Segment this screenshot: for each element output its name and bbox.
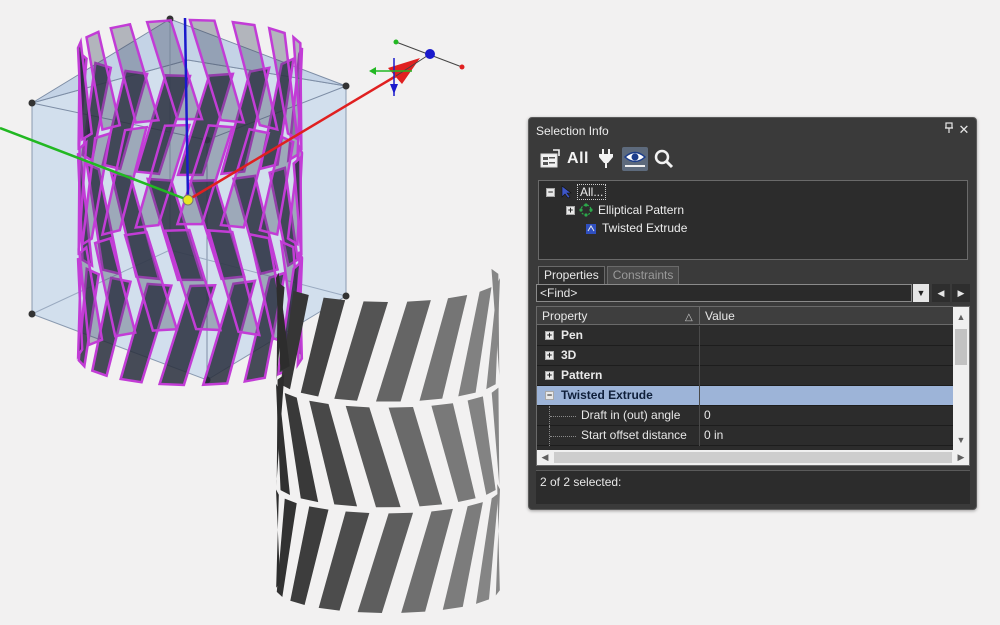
properties-icon[interactable] xyxy=(538,147,562,171)
solid-blade xyxy=(290,506,329,606)
solid-blade xyxy=(467,396,496,495)
panel-title: Selection Info xyxy=(536,124,609,138)
expand-icon[interactable]: + xyxy=(566,205,575,215)
chevron-down-icon[interactable]: ▼ xyxy=(913,284,929,302)
scroll-right-icon[interactable]: ▶ xyxy=(953,450,969,465)
magnifier-icon[interactable] xyxy=(652,147,676,171)
expand-icon[interactable]: + xyxy=(545,331,554,340)
property-value[interactable] xyxy=(701,386,953,406)
property-row-start-offset[interactable]: Start offset distance 0 in xyxy=(537,426,953,446)
find-bar: ▼ ◀ ▶ xyxy=(536,284,970,302)
property-name: Twisted Extrude xyxy=(561,388,653,402)
property-value[interactable] xyxy=(701,326,953,346)
collapse-icon[interactable]: − xyxy=(545,391,554,400)
property-name: Pen xyxy=(561,328,584,342)
selection-info-panel: Selection Info ✕ All − All... + Elliptic… xyxy=(528,117,977,510)
property-grid: Property △ Value + Pen + 3D + Pattern − … xyxy=(536,306,970,466)
solid-blade xyxy=(345,405,401,508)
expand-icon[interactable]: + xyxy=(545,371,554,380)
property-row-draft-angle[interactable]: Draft in (out) angle 0 xyxy=(537,406,953,426)
collapse-icon[interactable]: − xyxy=(546,187,555,197)
tree-item-elliptical-pattern[interactable]: + Elliptical Pattern xyxy=(566,201,684,219)
selection-count-text: 2 of 2 selected: xyxy=(540,475,622,489)
property-row-pattern[interactable]: + Pattern xyxy=(537,366,953,386)
solid-blade xyxy=(276,489,281,588)
property-value[interactable] xyxy=(701,366,953,386)
property-name: 3D xyxy=(561,348,577,362)
sort-ascending-icon: △ xyxy=(685,312,693,323)
property-name: Pattern xyxy=(561,368,603,382)
solid-blade xyxy=(318,511,370,611)
tab-constraints[interactable]: Constraints xyxy=(606,266,680,284)
solid-blade xyxy=(357,512,414,613)
expand-icon[interactable]: + xyxy=(545,351,554,360)
property-row-3d[interactable]: + 3D xyxy=(537,346,953,366)
rendered-twisted-extrude-solid[interactable] xyxy=(276,268,500,613)
scroll-down-icon[interactable]: ▼ xyxy=(953,432,969,448)
pin-icon[interactable] xyxy=(942,122,956,138)
all-button-label: All xyxy=(567,150,589,167)
tab-properties[interactable]: Properties xyxy=(538,266,605,284)
close-icon[interactable]: ✕ xyxy=(957,122,971,138)
selection-tree: − All... + Elliptical Pattern Twisted Ex… xyxy=(538,180,968,260)
all-button[interactable]: All xyxy=(566,147,590,171)
column-header-property[interactable]: Property △ xyxy=(537,307,700,325)
vertical-scrollbar[interactable]: ▲ ▼ xyxy=(953,307,969,450)
tree-item-all[interactable]: − All... xyxy=(546,183,607,201)
find-input[interactable] xyxy=(536,284,912,302)
column-header-property-label: Property xyxy=(542,309,588,323)
scroll-left-icon[interactable]: ◀ xyxy=(537,450,553,465)
property-name: Start offset distance xyxy=(581,428,687,442)
pattern-icon xyxy=(579,203,593,217)
filter-plug-icon[interactable] xyxy=(594,147,618,171)
panel-tabs: Properties Constraints xyxy=(538,266,680,284)
selection-status: 2 of 2 selected: xyxy=(536,470,970,504)
solid-blade xyxy=(376,300,431,402)
tree-item-twisted-extrude-label: Twisted Extrude xyxy=(602,221,688,235)
property-value[interactable] xyxy=(701,346,953,366)
solid-blade xyxy=(431,403,476,503)
selection-arrow-icon xyxy=(560,185,572,199)
grid-header: Property △ Value xyxy=(537,307,953,325)
solid-blade xyxy=(388,407,443,507)
find-previous-icon[interactable]: ◀ xyxy=(932,284,950,302)
tree-item-elliptical-pattern-label: Elliptical Pattern xyxy=(598,203,685,217)
selection-toolbar: All xyxy=(538,146,676,172)
property-name: Draft in (out) angle xyxy=(581,408,681,422)
property-row-twisted-extrude[interactable]: − Twisted Extrude xyxy=(537,386,953,406)
tree-item-twisted-extrude[interactable]: Twisted Extrude xyxy=(583,219,687,237)
scroll-up-icon[interactable]: ▲ xyxy=(953,309,969,325)
property-value[interactable]: 0 xyxy=(701,406,953,426)
property-value[interactable]: 0 in xyxy=(701,426,953,446)
scroll-thumb-horizontal[interactable] xyxy=(554,452,952,463)
solid-blade xyxy=(334,301,388,401)
property-row-pen[interactable]: + Pen xyxy=(537,326,953,346)
horizontal-scrollbar[interactable]: ◀ ▶ xyxy=(537,450,969,465)
eye-view-icon[interactable] xyxy=(622,147,648,171)
scroll-thumb[interactable] xyxy=(955,329,967,365)
extrude-icon xyxy=(585,222,597,234)
column-header-value[interactable]: Value xyxy=(700,307,953,325)
tree-item-all-label: All... xyxy=(577,184,607,200)
find-next-icon[interactable]: ▶ xyxy=(952,284,970,302)
